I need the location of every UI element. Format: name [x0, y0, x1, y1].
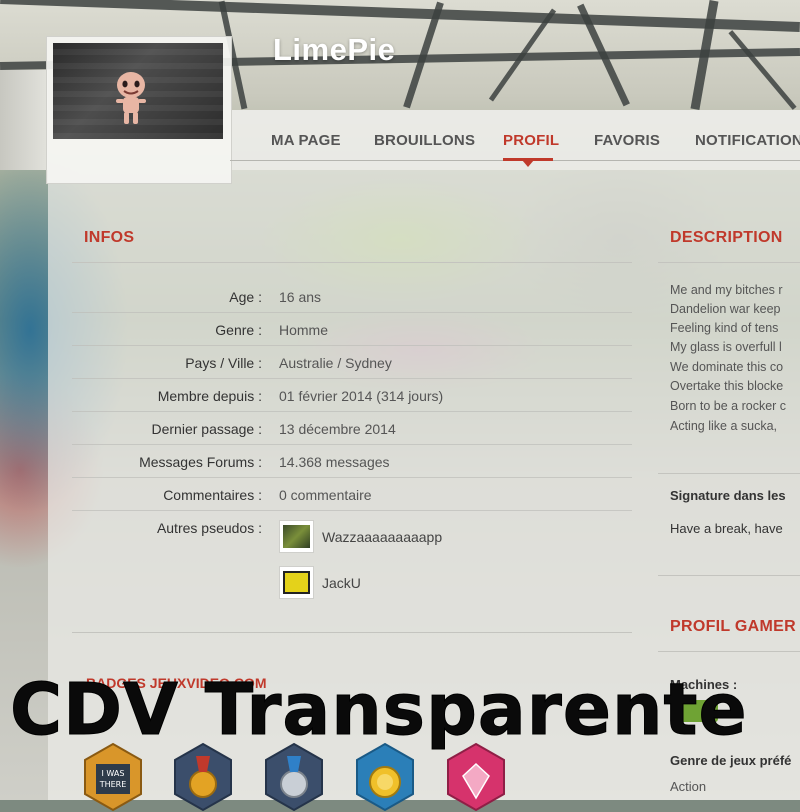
badge-text: I WAS	[102, 769, 125, 778]
signature-text: Have a break, have	[670, 521, 783, 536]
description-line: Me and my bitches r	[670, 283, 783, 297]
favorite-genre-label: Genre de jeux préfé	[670, 753, 792, 768]
row-divider	[72, 345, 632, 346]
tab-favoris[interactable]: FAVORIS	[594, 132, 660, 149]
last-visit-value: 13 décembre 2014	[279, 421, 396, 437]
infos-title: INFOS	[84, 229, 135, 246]
pseudo-link-1[interactable]: Wazzaaaaaaaaapp	[322, 529, 442, 545]
description-line: Born to be a rocker c	[670, 399, 787, 413]
row-divider	[72, 411, 632, 412]
avatar-card	[46, 36, 232, 184]
description-divider	[658, 262, 800, 263]
signature-divider	[658, 473, 800, 474]
genre-label: Genre :	[215, 322, 262, 338]
username: LimePie	[273, 32, 396, 67]
description-line: We dominate this co	[670, 360, 784, 374]
gamer-title-divider	[658, 651, 800, 652]
gem-badge-icon[interactable]	[445, 742, 507, 812]
row-divider	[72, 378, 632, 379]
description-line: Dandelion war keep	[670, 302, 781, 316]
row-divider	[72, 312, 632, 313]
gamer-divider	[658, 575, 800, 576]
last-visit-label: Dernier passage :	[151, 421, 262, 437]
other-pseudos-label: Autres pseudos :	[156, 520, 262, 536]
favorite-genre-value: Action	[670, 779, 707, 794]
forum-messages-value[interactable]: 14.368 messages	[279, 454, 390, 470]
infos-divider	[72, 262, 632, 263]
comments-value[interactable]: 0 commentaire	[279, 487, 372, 503]
silver-medal-badge-icon[interactable]	[263, 742, 325, 812]
country-city-value: Australie / Sydney	[279, 355, 392, 371]
member-since-value: 01 février 2014 (314 jours)	[279, 388, 444, 404]
description-line: Overtake this blocke	[670, 379, 784, 393]
gold-medal-badge-icon[interactable]	[172, 742, 234, 812]
tab-ma-page[interactable]: MA PAGE	[271, 132, 341, 149]
description-title: DESCRIPTION	[670, 229, 783, 246]
avatar-character-icon	[116, 72, 146, 124]
tab-brouillons[interactable]: BROUILLONS	[374, 132, 475, 149]
i-was-there-badge-icon[interactable]: I WAS THERE	[82, 742, 144, 812]
tab-notifications[interactable]: NOTIFICATIONS	[695, 132, 800, 149]
row-divider	[72, 444, 632, 445]
overlay-caption: CDV Transparente	[10, 668, 748, 752]
description-line: Acting like a sucka,	[670, 419, 777, 433]
description-line: My glass is overfull l	[670, 340, 782, 354]
active-tab-caret-icon	[522, 160, 534, 167]
age-value: 16 ans	[279, 289, 322, 305]
avatar[interactable]	[53, 43, 223, 139]
country-city-label: Pays / Ville :	[185, 355, 262, 371]
row-divider	[72, 510, 632, 511]
signature-label: Signature dans les	[670, 488, 786, 503]
badge-text: THERE	[99, 780, 127, 789]
genre-value: Homme	[279, 322, 329, 338]
pseudo-avatar[interactable]	[279, 566, 314, 599]
age-label: Age :	[229, 289, 262, 305]
pseudo-link-2[interactable]: JackU	[322, 575, 361, 591]
row-divider	[72, 477, 632, 478]
gold-coin-badge-icon[interactable]	[354, 742, 416, 812]
tab-profil[interactable]: PROFIL	[503, 132, 559, 149]
pseudo-avatar[interactable]	[279, 520, 314, 553]
gamer-profile-title: PROFIL GAMER	[670, 618, 796, 635]
description-line: Feeling kind of tens	[670, 321, 779, 335]
forum-messages-label: Messages Forums :	[139, 454, 262, 470]
badges-divider	[72, 632, 632, 633]
member-since-label: Membre depuis :	[157, 388, 262, 404]
comments-label: Commentaires :	[163, 487, 262, 503]
